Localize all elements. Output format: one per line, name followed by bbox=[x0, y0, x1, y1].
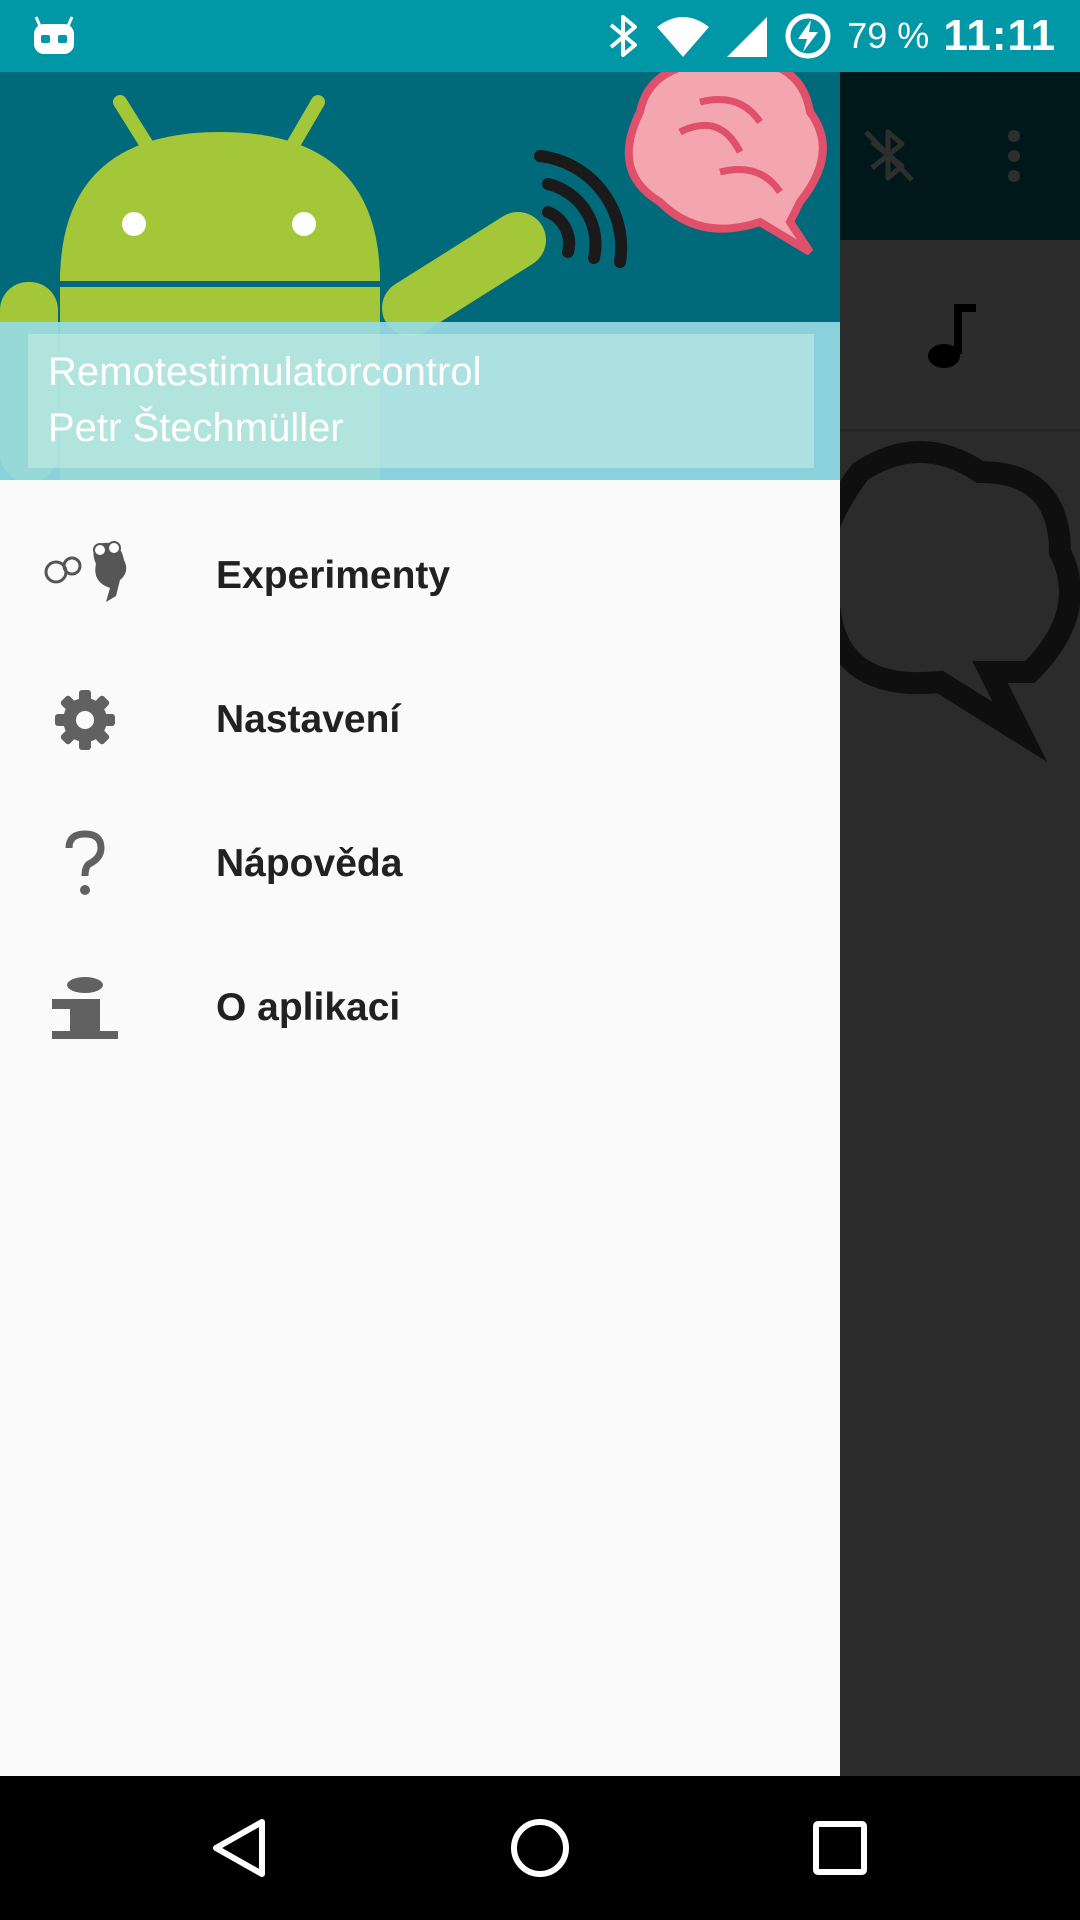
wifi-icon bbox=[657, 17, 710, 57]
system-nav-bar bbox=[0, 1776, 1080, 1920]
menu-item-experimenty[interactable]: Experimenty bbox=[0, 504, 840, 648]
cell-signal-icon bbox=[727, 17, 768, 57]
menu-item-nastaveni[interactable]: Nastavení bbox=[0, 648, 840, 792]
status-bar: 79 % 11:11 bbox=[0, 0, 1080, 72]
experiments-head-icon bbox=[40, 531, 130, 621]
drawer-header: Remotestimulatorcontrol Petr Štechmüller bbox=[0, 72, 840, 480]
navigation-drawer: Remotestimulatorcontrol Petr Štechmüller… bbox=[0, 72, 840, 1776]
menu-item-o-aplikaci[interactable]: O aplikaci bbox=[0, 936, 840, 1080]
battery-percent: 79 % bbox=[847, 15, 930, 56]
menu-label: Nastavení bbox=[216, 698, 401, 741]
menu-item-napoveda[interactable]: Nápověda bbox=[0, 792, 840, 936]
status-icons: 79 % 11:11 bbox=[607, 0, 1056, 72]
bluetooth-icon bbox=[609, 15, 638, 57]
menu-label: Experimenty bbox=[216, 554, 451, 597]
drawer-header-subtitle: Petr Štechmüller bbox=[48, 406, 344, 450]
battery-charging-icon bbox=[785, 13, 831, 59]
help-question-icon bbox=[40, 819, 130, 909]
settings-gear-icon bbox=[40, 675, 130, 765]
android-robot-icon bbox=[34, 16, 74, 54]
drawer-menu: Experimenty Nastavení Nápověda O aplikac… bbox=[0, 504, 840, 1080]
back-icon[interactable] bbox=[204, 1812, 276, 1884]
clock: 11:11 bbox=[943, 11, 1056, 60]
menu-label: Nápověda bbox=[216, 842, 403, 885]
home-icon[interactable] bbox=[504, 1812, 576, 1884]
info-icon bbox=[40, 963, 130, 1053]
drawer-header-title: Remotestimulatorcontrol bbox=[48, 350, 482, 394]
recents-icon[interactable] bbox=[804, 1812, 876, 1884]
menu-label: O aplikaci bbox=[216, 986, 401, 1029]
